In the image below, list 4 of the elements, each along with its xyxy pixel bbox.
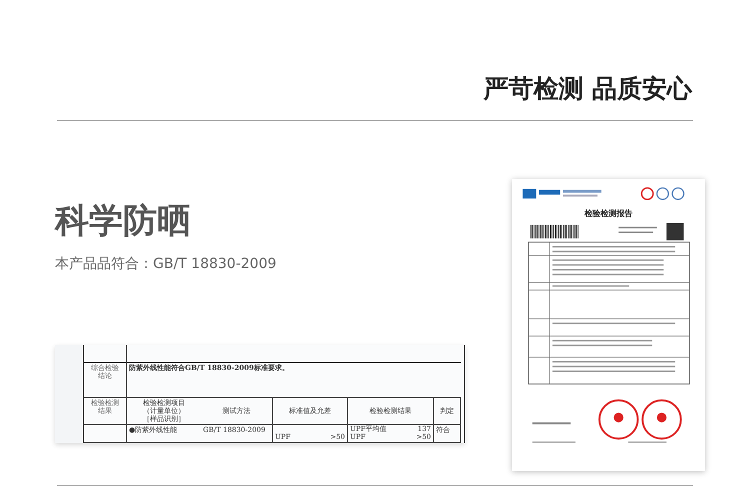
standard-note: 本产品品符合：GB/T 18830-2009 (55, 254, 278, 273)
report-title: 检验检测报告 (584, 208, 632, 220)
section-title: 科学防晒 (55, 200, 192, 241)
slogan-heading: 严苛检测 品质安心 (483, 74, 692, 104)
